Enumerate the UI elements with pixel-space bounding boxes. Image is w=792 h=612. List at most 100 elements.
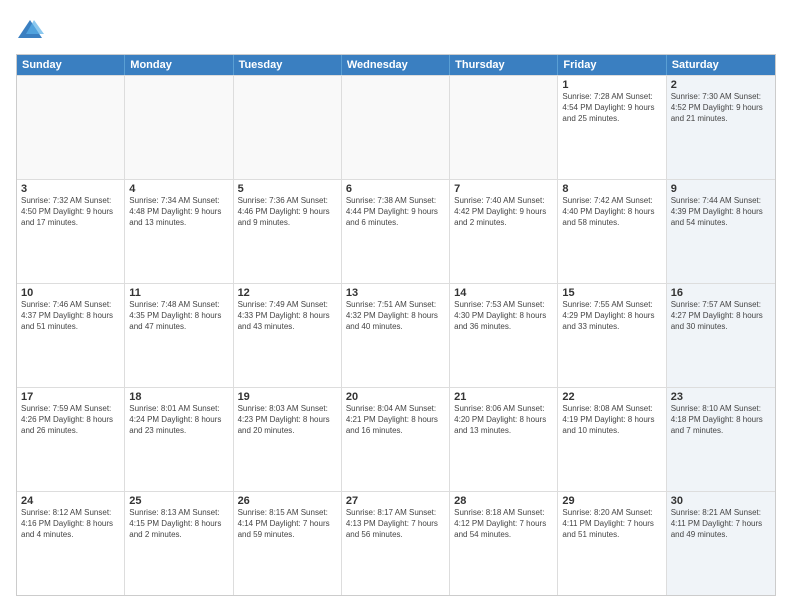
- day-number: 15: [562, 287, 661, 299]
- day-info: Sunrise: 7:28 AM Sunset: 4:54 PM Dayligh…: [562, 92, 661, 124]
- day-info: Sunrise: 7:32 AM Sunset: 4:50 PM Dayligh…: [21, 196, 120, 228]
- day-number: 20: [346, 391, 445, 403]
- day-number: 6: [346, 183, 445, 195]
- calendar-body: 1Sunrise: 7:28 AM Sunset: 4:54 PM Daylig…: [17, 75, 775, 595]
- calendar-cell: 15Sunrise: 7:55 AM Sunset: 4:29 PM Dayli…: [558, 284, 666, 387]
- day-number: 5: [238, 183, 337, 195]
- calendar-week-row: 10Sunrise: 7:46 AM Sunset: 4:37 PM Dayli…: [17, 283, 775, 387]
- calendar-cell: 24Sunrise: 8:12 AM Sunset: 4:16 PM Dayli…: [17, 492, 125, 595]
- day-info: Sunrise: 7:40 AM Sunset: 4:42 PM Dayligh…: [454, 196, 553, 228]
- day-info: Sunrise: 8:17 AM Sunset: 4:13 PM Dayligh…: [346, 508, 445, 540]
- cal-header-day: Monday: [125, 55, 233, 75]
- calendar-cell: [17, 76, 125, 179]
- calendar-cell: [125, 76, 233, 179]
- day-info: Sunrise: 8:08 AM Sunset: 4:19 PM Dayligh…: [562, 404, 661, 436]
- day-number: 27: [346, 495, 445, 507]
- calendar-cell: 12Sunrise: 7:49 AM Sunset: 4:33 PM Dayli…: [234, 284, 342, 387]
- day-info: Sunrise: 7:53 AM Sunset: 4:30 PM Dayligh…: [454, 300, 553, 332]
- calendar-header: SundayMondayTuesdayWednesdayThursdayFrid…: [17, 55, 775, 75]
- calendar-cell: 7Sunrise: 7:40 AM Sunset: 4:42 PM Daylig…: [450, 180, 558, 283]
- day-info: Sunrise: 7:34 AM Sunset: 4:48 PM Dayligh…: [129, 196, 228, 228]
- calendar-cell: 27Sunrise: 8:17 AM Sunset: 4:13 PM Dayli…: [342, 492, 450, 595]
- day-number: 21: [454, 391, 553, 403]
- day-number: 11: [129, 287, 228, 299]
- calendar-cell: 20Sunrise: 8:04 AM Sunset: 4:21 PM Dayli…: [342, 388, 450, 491]
- calendar-cell: 16Sunrise: 7:57 AM Sunset: 4:27 PM Dayli…: [667, 284, 775, 387]
- calendar-cell: 4Sunrise: 7:34 AM Sunset: 4:48 PM Daylig…: [125, 180, 233, 283]
- day-info: Sunrise: 7:44 AM Sunset: 4:39 PM Dayligh…: [671, 196, 771, 228]
- day-info: Sunrise: 8:20 AM Sunset: 4:11 PM Dayligh…: [562, 508, 661, 540]
- calendar-week-row: 17Sunrise: 7:59 AM Sunset: 4:26 PM Dayli…: [17, 387, 775, 491]
- day-number: 4: [129, 183, 228, 195]
- calendar-week-row: 1Sunrise: 7:28 AM Sunset: 4:54 PM Daylig…: [17, 75, 775, 179]
- day-info: Sunrise: 7:59 AM Sunset: 4:26 PM Dayligh…: [21, 404, 120, 436]
- calendar-cell: 25Sunrise: 8:13 AM Sunset: 4:15 PM Dayli…: [125, 492, 233, 595]
- calendar-cell: 30Sunrise: 8:21 AM Sunset: 4:11 PM Dayli…: [667, 492, 775, 595]
- cal-header-day: Thursday: [450, 55, 558, 75]
- calendar: SundayMondayTuesdayWednesdayThursdayFrid…: [16, 54, 776, 596]
- calendar-cell: 29Sunrise: 8:20 AM Sunset: 4:11 PM Dayli…: [558, 492, 666, 595]
- day-info: Sunrise: 8:01 AM Sunset: 4:24 PM Dayligh…: [129, 404, 228, 436]
- calendar-cell: 6Sunrise: 7:38 AM Sunset: 4:44 PM Daylig…: [342, 180, 450, 283]
- page: SundayMondayTuesdayWednesdayThursdayFrid…: [0, 0, 792, 612]
- day-number: 19: [238, 391, 337, 403]
- day-info: Sunrise: 8:10 AM Sunset: 4:18 PM Dayligh…: [671, 404, 771, 436]
- calendar-cell: 2Sunrise: 7:30 AM Sunset: 4:52 PM Daylig…: [667, 76, 775, 179]
- calendar-cell: 28Sunrise: 8:18 AM Sunset: 4:12 PM Dayli…: [450, 492, 558, 595]
- calendar-cell: [234, 76, 342, 179]
- day-number: 30: [671, 495, 771, 507]
- calendar-cell: [342, 76, 450, 179]
- day-info: Sunrise: 7:51 AM Sunset: 4:32 PM Dayligh…: [346, 300, 445, 332]
- cal-header-day: Wednesday: [342, 55, 450, 75]
- day-number: 9: [671, 183, 771, 195]
- day-number: 16: [671, 287, 771, 299]
- day-number: 14: [454, 287, 553, 299]
- calendar-cell: 5Sunrise: 7:36 AM Sunset: 4:46 PM Daylig…: [234, 180, 342, 283]
- calendar-cell: 26Sunrise: 8:15 AM Sunset: 4:14 PM Dayli…: [234, 492, 342, 595]
- day-info: Sunrise: 7:55 AM Sunset: 4:29 PM Dayligh…: [562, 300, 661, 332]
- cal-header-day: Saturday: [667, 55, 775, 75]
- day-info: Sunrise: 8:06 AM Sunset: 4:20 PM Dayligh…: [454, 404, 553, 436]
- day-number: 28: [454, 495, 553, 507]
- calendar-cell: 11Sunrise: 7:48 AM Sunset: 4:35 PM Dayli…: [125, 284, 233, 387]
- day-number: 17: [21, 391, 120, 403]
- day-number: 26: [238, 495, 337, 507]
- day-number: 10: [21, 287, 120, 299]
- day-info: Sunrise: 8:03 AM Sunset: 4:23 PM Dayligh…: [238, 404, 337, 436]
- day-number: 23: [671, 391, 771, 403]
- logo-icon: [16, 16, 44, 44]
- day-info: Sunrise: 7:36 AM Sunset: 4:46 PM Dayligh…: [238, 196, 337, 228]
- day-info: Sunrise: 8:21 AM Sunset: 4:11 PM Dayligh…: [671, 508, 771, 540]
- day-number: 13: [346, 287, 445, 299]
- day-number: 29: [562, 495, 661, 507]
- day-info: Sunrise: 8:15 AM Sunset: 4:14 PM Dayligh…: [238, 508, 337, 540]
- calendar-cell: 9Sunrise: 7:44 AM Sunset: 4:39 PM Daylig…: [667, 180, 775, 283]
- day-number: 18: [129, 391, 228, 403]
- day-number: 3: [21, 183, 120, 195]
- day-number: 22: [562, 391, 661, 403]
- calendar-cell: 3Sunrise: 7:32 AM Sunset: 4:50 PM Daylig…: [17, 180, 125, 283]
- calendar-cell: 8Sunrise: 7:42 AM Sunset: 4:40 PM Daylig…: [558, 180, 666, 283]
- calendar-cell: [450, 76, 558, 179]
- day-info: Sunrise: 7:49 AM Sunset: 4:33 PM Dayligh…: [238, 300, 337, 332]
- calendar-cell: 1Sunrise: 7:28 AM Sunset: 4:54 PM Daylig…: [558, 76, 666, 179]
- calendar-cell: 18Sunrise: 8:01 AM Sunset: 4:24 PM Dayli…: [125, 388, 233, 491]
- day-info: Sunrise: 7:42 AM Sunset: 4:40 PM Dayligh…: [562, 196, 661, 228]
- day-info: Sunrise: 8:18 AM Sunset: 4:12 PM Dayligh…: [454, 508, 553, 540]
- calendar-week-row: 3Sunrise: 7:32 AM Sunset: 4:50 PM Daylig…: [17, 179, 775, 283]
- day-number: 25: [129, 495, 228, 507]
- header: [16, 16, 776, 44]
- calendar-cell: 17Sunrise: 7:59 AM Sunset: 4:26 PM Dayli…: [17, 388, 125, 491]
- calendar-cell: 14Sunrise: 7:53 AM Sunset: 4:30 PM Dayli…: [450, 284, 558, 387]
- day-number: 7: [454, 183, 553, 195]
- day-info: Sunrise: 7:46 AM Sunset: 4:37 PM Dayligh…: [21, 300, 120, 332]
- logo: [16, 16, 48, 44]
- calendar-cell: 19Sunrise: 8:03 AM Sunset: 4:23 PM Dayli…: [234, 388, 342, 491]
- day-info: Sunrise: 8:04 AM Sunset: 4:21 PM Dayligh…: [346, 404, 445, 436]
- day-number: 2: [671, 79, 771, 91]
- day-info: Sunrise: 7:57 AM Sunset: 4:27 PM Dayligh…: [671, 300, 771, 332]
- day-number: 24: [21, 495, 120, 507]
- day-info: Sunrise: 7:38 AM Sunset: 4:44 PM Dayligh…: [346, 196, 445, 228]
- cal-header-day: Sunday: [17, 55, 125, 75]
- day-number: 8: [562, 183, 661, 195]
